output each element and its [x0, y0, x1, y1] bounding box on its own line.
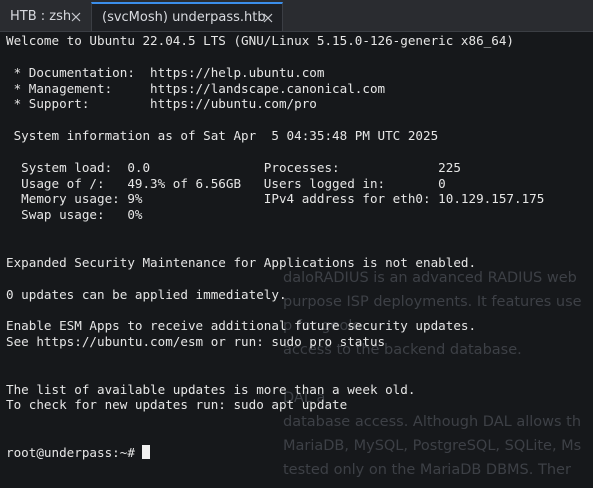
terminal-line: To check for new updates run: sudo apt u…	[6, 397, 348, 413]
terminal-line: System information as of Sat Apr 5 04:35…	[6, 128, 439, 144]
tab-htb-zsh[interactable]: HTB : zsh	[0, 2, 90, 31]
close-icon[interactable]	[70, 11, 82, 23]
terminal-line: * Management: https://landscape.canonica…	[6, 80, 386, 96]
close-icon[interactable]	[262, 12, 274, 24]
terminal-line: See https://ubuntu.com/esm or run: sudo …	[6, 334, 386, 350]
terminal-window: daloRADIUS is an advanced RADIUS web pur…	[0, 0, 593, 488]
terminal-line: * Documentation: https://help.ubuntu.com	[6, 64, 325, 80]
tab-bar: HTB : zsh (svcMosh) underpass.htb	[0, 0, 593, 32]
terminal-line: Usage of /: 49.3% of 6.56GB Users logged…	[6, 175, 446, 191]
shell-prompt: root@underpass:~#	[6, 444, 143, 460]
terminal-line: System load: 0.0 Processes: 225	[6, 159, 461, 175]
prompt-line[interactable]: root@underpass:~#	[6, 444, 544, 461]
tab-label: (svcMosh) underpass.htb	[102, 10, 266, 25]
tab-underpass[interactable]: (svcMosh) underpass.htb	[91, 2, 283, 31]
terminal-line: Enable ESM Apps to receive additional fu…	[6, 318, 477, 334]
terminal-line: 0 updates can be applied immediately.	[6, 286, 287, 302]
terminal-output[interactable]: Welcome to Ubuntu 22.04.5 LTS (GNU/Linux…	[6, 33, 544, 461]
terminal-line: Memory usage: 9% IPv4 address for eth0: …	[6, 191, 545, 207]
text-cursor	[142, 444, 151, 459]
terminal-line: Welcome to Ubuntu 22.04.5 LTS (GNU/Linux…	[6, 33, 514, 48]
terminal-line: The list of available updates is more th…	[6, 381, 416, 397]
tab-label: HTB : zsh	[10, 9, 72, 24]
terminal-line: Expanded Security Maintenance for Applic…	[6, 254, 477, 270]
terminal-line: Swap usage: 0%	[6, 207, 143, 223]
terminal-line: * Support: https://ubuntu.com/pro	[6, 96, 317, 112]
background-line: tested only on the MariaDB DBMS. Ther	[283, 462, 571, 478]
